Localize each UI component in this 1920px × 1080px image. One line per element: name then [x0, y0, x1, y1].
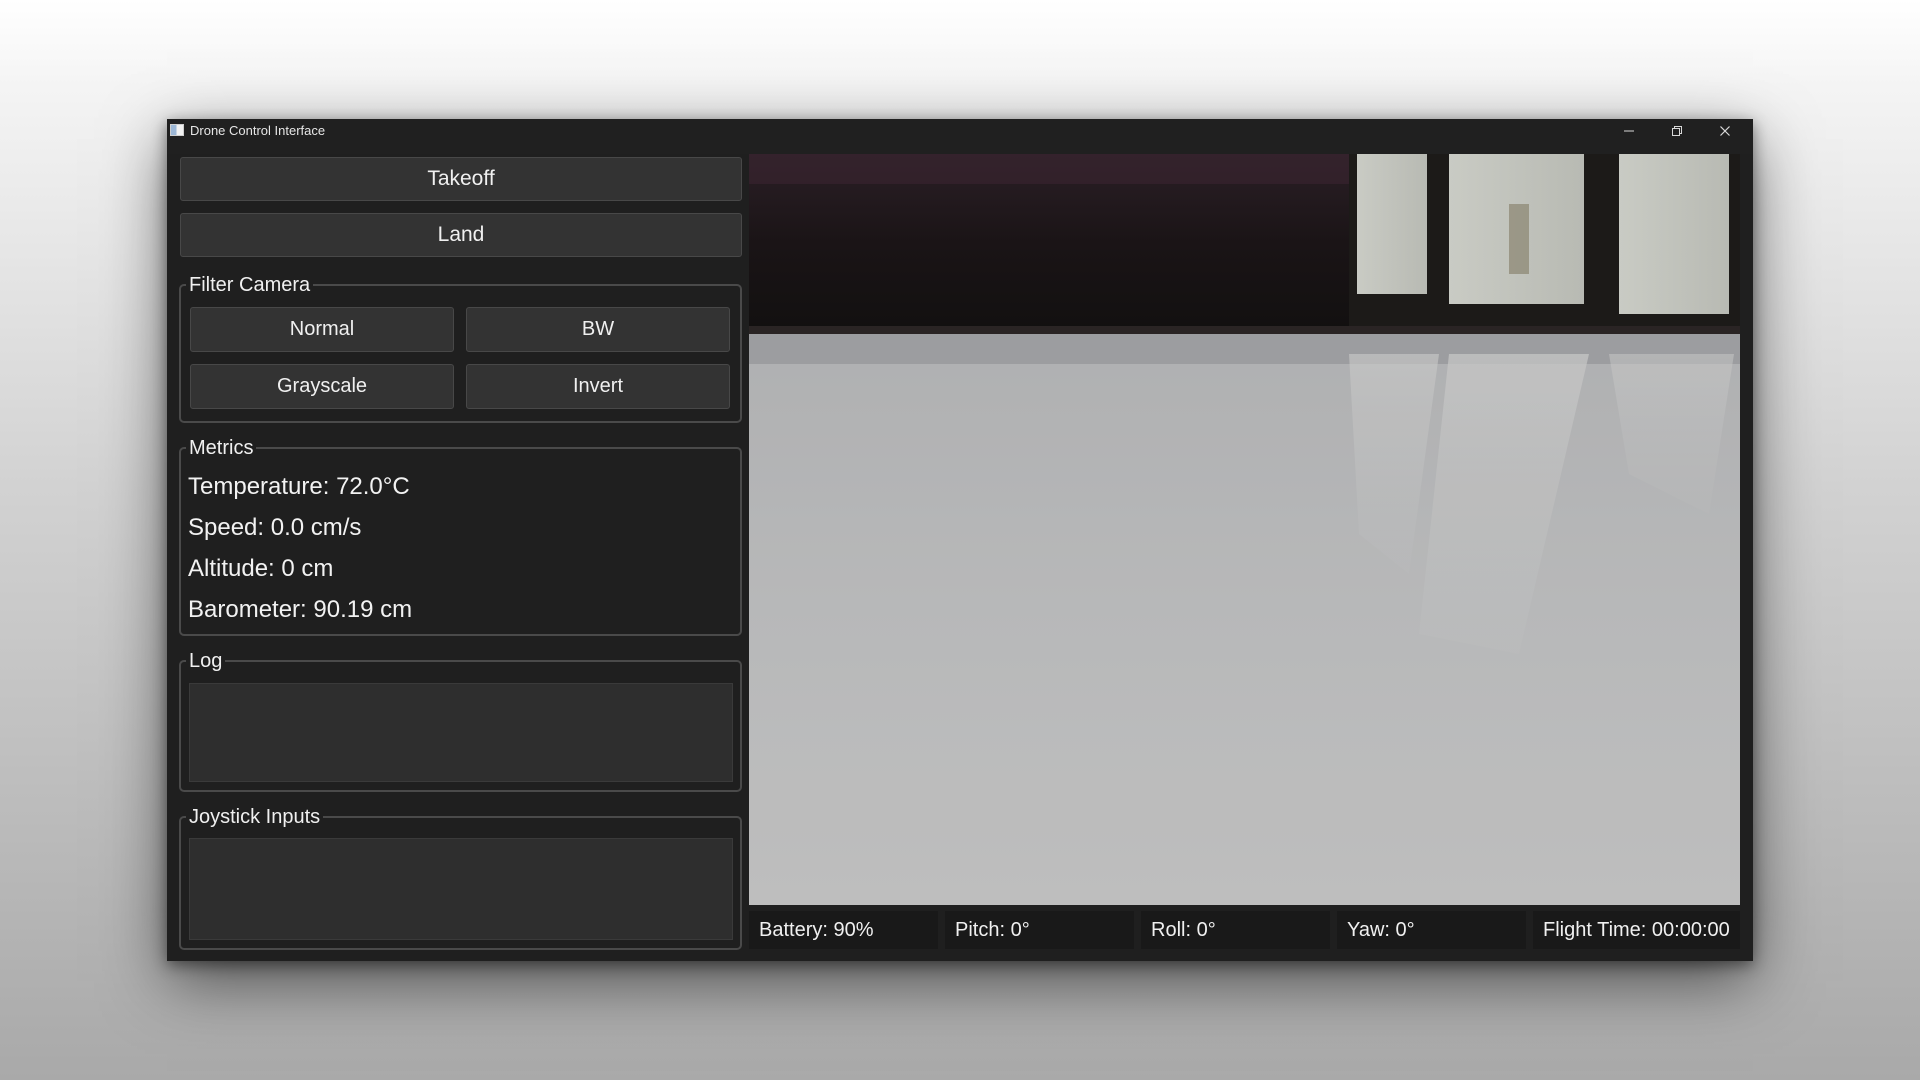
roll-status: Roll: 0°	[1141, 911, 1330, 949]
takeoff-button[interactable]: Takeoff	[180, 157, 742, 201]
restore-icon	[1672, 126, 1682, 136]
land-button[interactable]: Land	[180, 213, 742, 257]
joystick-textarea[interactable]	[189, 838, 733, 940]
filter-bw-button[interactable]: BW	[466, 307, 730, 352]
camera-feed	[749, 154, 1740, 905]
minimize-icon	[1624, 130, 1634, 132]
temperature-readout: Temperature: 72.0°C	[188, 473, 410, 500]
filter-grayscale-button[interactable]: Grayscale	[190, 364, 454, 409]
altitude-readout: Altitude: 0 cm	[188, 555, 334, 582]
log-textarea[interactable]	[189, 683, 733, 782]
close-button[interactable]	[1701, 119, 1749, 143]
restore-button[interactable]	[1653, 119, 1701, 143]
window-title: Drone Control Interface	[190, 123, 326, 138]
camera-frame	[749, 154, 1740, 905]
minimize-button[interactable]	[1605, 119, 1653, 143]
pitch-status: Pitch: 0°	[945, 911, 1134, 949]
joystick-title: Joystick Inputs	[189, 806, 321, 828]
barometer-readout: Barometer: 90.19 cm	[188, 596, 413, 623]
battery-status: Battery: 90%	[749, 911, 938, 949]
close-icon	[1720, 126, 1730, 136]
app-icon	[170, 124, 184, 136]
metrics-title: Metrics	[189, 437, 254, 459]
speed-readout: Speed: 0.0 cm/s	[188, 514, 362, 541]
flight-time-status: Flight Time: 00:00:00	[1533, 911, 1740, 949]
filter-camera-title: Filter Camera	[189, 274, 311, 296]
filter-invert-button[interactable]: Invert	[466, 364, 730, 409]
log-title: Log	[189, 650, 223, 672]
title-bar[interactable]: Drone Control Interface	[167, 119, 1753, 154]
yaw-status: Yaw: 0°	[1337, 911, 1526, 949]
filter-normal-button[interactable]: Normal	[190, 307, 454, 352]
